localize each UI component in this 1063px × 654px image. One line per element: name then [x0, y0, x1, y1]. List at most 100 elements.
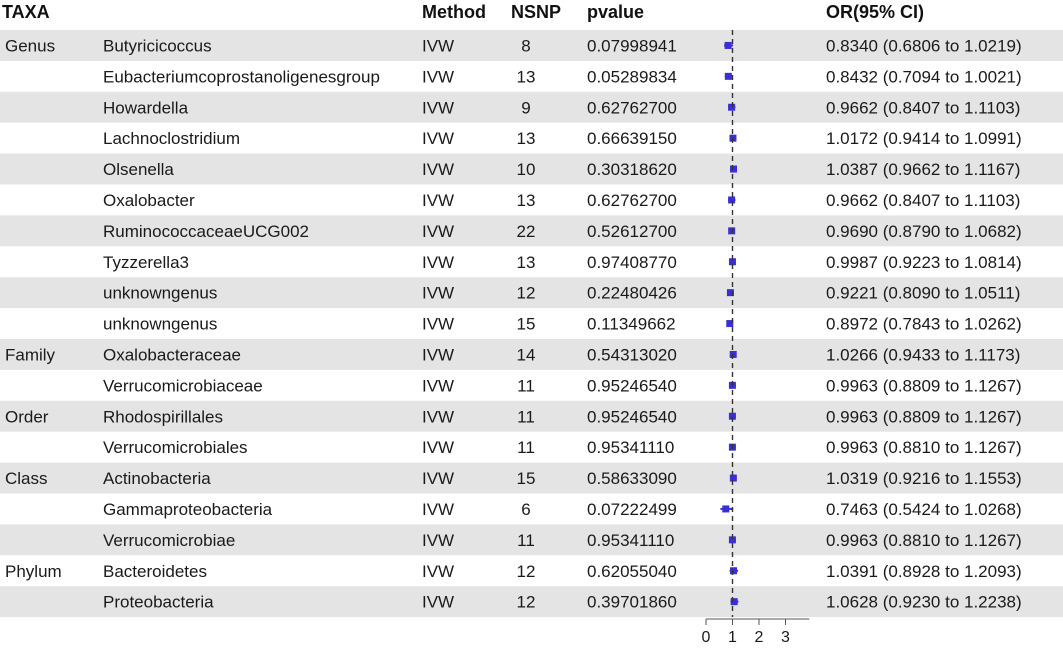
nsnp-cell: 6: [521, 500, 530, 519]
nsnp-cell: 9: [521, 98, 530, 117]
point-estimate: [729, 350, 737, 358]
pvalue-cell: 0.62762700: [587, 191, 677, 210]
method-cell: IVW: [422, 36, 454, 55]
method-cell: IVW: [422, 222, 454, 241]
header-taxa: TAXA: [2, 2, 50, 22]
header-method: Method: [422, 2, 486, 22]
nsnp-cell: 11: [517, 531, 535, 550]
or-ci-cell: 1.0387 (0.9662 to 1.1167): [826, 160, 1020, 179]
nsnp-cell: 15: [517, 469, 536, 488]
method-cell: IVW: [422, 129, 454, 148]
nsnp-cell: 13: [517, 67, 536, 86]
nsnp-cell: 13: [517, 253, 536, 272]
point-estimate: [722, 505, 730, 513]
point-estimate: [728, 196, 736, 204]
taxon-label: Eubacteriumcoprostanoligenesgroup: [103, 67, 380, 86]
pvalue-cell: 0.66639150: [587, 129, 677, 148]
taxon-label: Gammaproteobacteria: [103, 500, 273, 519]
point-estimate: [724, 41, 732, 49]
or-ci-cell: 0.7463 (0.5424 to 1.0268): [826, 500, 1022, 519]
pvalue-cell: 0.95246540: [587, 376, 677, 395]
point-estimate: [729, 474, 737, 482]
or-ci-cell: 0.9963 (0.8810 to 1.1267): [826, 438, 1022, 457]
group-label: Genus: [5, 36, 55, 55]
pvalue-cell: 0.54313020: [587, 345, 677, 364]
taxon-label: unknowngenus: [103, 315, 217, 334]
nsnp-cell: 12: [517, 284, 536, 303]
point-estimate: [728, 227, 736, 235]
pvalue-cell: 0.39701860: [587, 593, 677, 612]
nsnp-cell: 15: [517, 315, 536, 334]
method-cell: IVW: [422, 160, 454, 179]
taxon-label: Oxalobacter: [103, 191, 195, 210]
group-label: Family: [5, 345, 56, 364]
pvalue-cell: 0.11349662: [587, 315, 676, 334]
taxon-label: Tyzzerella3: [103, 253, 189, 272]
method-cell: IVW: [422, 531, 454, 550]
or-ci-cell: 1.0391 (0.8928 to 1.2093): [826, 562, 1022, 581]
method-cell: IVW: [422, 376, 454, 395]
pvalue-cell: 0.52612700: [587, 222, 677, 241]
taxon-label: Proteobacteria: [103, 593, 214, 612]
or-ci-cell: 0.8432 (0.7094 to 1.0021): [826, 67, 1022, 86]
taxon-label: unknowngenus: [103, 284, 217, 303]
point-estimate: [730, 598, 738, 606]
taxon-label: Verrucomicrobiae: [103, 531, 235, 550]
taxon-label: Butyricicoccus: [103, 36, 212, 55]
taxon-label: Olsenella: [103, 160, 174, 179]
nsnp-cell: 11: [517, 438, 535, 457]
taxon-label: Actinobacteria: [103, 469, 211, 488]
or-ci-cell: 0.9963 (0.8809 to 1.1267): [826, 407, 1022, 426]
method-cell: IVW: [422, 67, 454, 86]
pvalue-cell: 0.05289834: [587, 67, 677, 86]
or-ci-cell: 0.8340 (0.6806 to 1.0219): [826, 36, 1022, 55]
or-ci-cell: 1.0172 (0.9414 to 1.0991): [826, 129, 1022, 148]
nsnp-cell: 8: [521, 36, 530, 55]
point-estimate: [730, 567, 738, 575]
point-estimate: [728, 103, 736, 111]
or-ci-cell: 0.9690 (0.8790 to 1.0682): [826, 222, 1022, 241]
axis-tick-label: 1: [728, 629, 737, 646]
pvalue-cell: 0.22480426: [587, 284, 677, 303]
point-estimate: [724, 72, 732, 80]
method-cell: IVW: [422, 593, 454, 612]
header-or-ci: OR(95% CI): [826, 2, 924, 22]
forest-plot: TAXA Method NSNP pvalue OR(95% CI) Genus…: [0, 2, 1063, 646]
taxon-label: Howardella: [103, 98, 189, 117]
or-ci-cell: 0.9662 (0.8407 to 1.1103): [826, 98, 1020, 117]
pvalue-cell: 0.07998941: [587, 36, 677, 55]
taxon-label: Lachnoclostridium: [103, 129, 240, 148]
taxon-label: Oxalobacteraceae: [103, 345, 241, 364]
pvalue-cell: 0.95341110: [587, 438, 674, 457]
method-cell: IVW: [422, 407, 454, 426]
or-ci-cell: 0.8972 (0.7843 to 1.0262): [826, 315, 1022, 334]
axis-tick-label: 2: [755, 629, 764, 646]
nsnp-cell: 13: [517, 129, 536, 148]
pvalue-cell: 0.95246540: [587, 407, 677, 426]
method-cell: IVW: [422, 500, 454, 519]
method-cell: IVW: [422, 284, 454, 303]
axis-tick-label: 3: [781, 629, 790, 646]
nsnp-cell: 22: [517, 222, 536, 241]
group-label: Class: [5, 469, 48, 488]
pvalue-cell: 0.62762700: [587, 98, 677, 117]
taxon-label: Verrucomicrobiales: [103, 438, 248, 457]
method-cell: IVW: [422, 315, 454, 334]
method-cell: IVW: [422, 98, 454, 117]
nsnp-cell: 14: [517, 345, 536, 364]
nsnp-cell: 12: [517, 593, 536, 612]
or-ci-cell: 1.0628 (0.9230 to 1.2238): [826, 593, 1022, 612]
method-cell: IVW: [422, 469, 454, 488]
group-label: Phylum: [5, 562, 62, 581]
pvalue-cell: 0.62055040: [587, 562, 677, 581]
or-ci-cell: 1.0266 (0.9433 to 1.1173): [826, 345, 1020, 364]
point-estimate: [730, 165, 738, 173]
pvalue-cell: 0.58633090: [587, 469, 677, 488]
pvalue-cell: 0.95341110: [587, 531, 674, 550]
or-ci-cell: 0.9662 (0.8407 to 1.1103): [826, 191, 1020, 210]
nsnp-cell: 10: [517, 160, 536, 179]
method-cell: IVW: [422, 345, 454, 364]
header-pvalue: pvalue: [587, 2, 644, 22]
nsnp-cell: 11: [517, 407, 535, 426]
nsnp-cell: 13: [517, 191, 536, 210]
